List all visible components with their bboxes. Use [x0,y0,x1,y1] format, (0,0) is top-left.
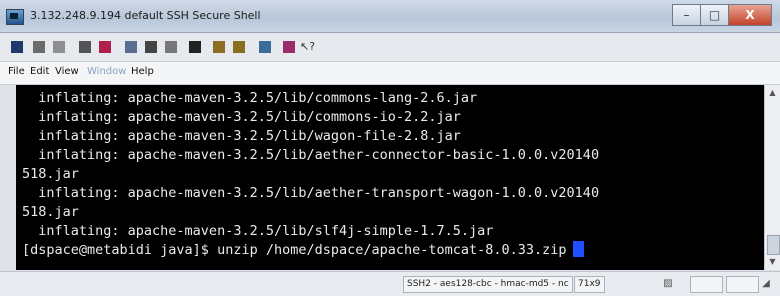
vertical-scrollbar[interactable]: ▲ ▼ [764,85,780,270]
ssh-client-window: 3.132.248.9.194 default SSH Secure Shell… [0,0,780,296]
terminal-line: inflating: apache-maven-3.2.5/lib/wagon-… [22,128,461,144]
window-title: 3.132.248.9.194 default SSH Secure Shell [30,9,261,22]
terminal-line: 518.jar [22,166,79,182]
terminal-line: inflating: apache-maven-3.2.5/lib/aether… [22,185,600,201]
toolbar: ↖? [0,33,780,62]
terminal-line: 518.jar [22,204,79,220]
print-preview-icon[interactable] [52,40,66,54]
connection-info: SSH2 - aes128-cbc - hmac-md5 - nc [403,276,573,293]
settings-icon[interactable] [258,40,272,54]
terminal-line: inflating: apache-maven-3.2.5/lib/aether… [22,147,600,163]
terminal-prompt-line: [dspace@metabidi java]$ unzip /home/dspa… [22,241,584,259]
menu-file[interactable]: File [8,66,25,77]
context-help-icon[interactable]: ↖? [300,40,315,54]
file-transfer-icon[interactable] [212,40,226,54]
terminal-line: inflating: apache-maven-3.2.5/lib/common… [22,109,461,125]
help-icon[interactable] [282,40,296,54]
terminal-left-border [0,85,16,270]
minimize-button[interactable]: – [672,4,700,26]
title-bar[interactable]: 3.132.248.9.194 default SSH Secure Shell… [0,0,780,33]
terminal-line: inflating: apache-maven-3.2.5/lib/slf4j-… [22,223,494,239]
menu-bar: File Edit View Window Help [0,62,780,85]
menu-help[interactable]: Help [131,66,154,77]
quick-connect-icon[interactable] [78,40,92,54]
menu-edit[interactable]: Edit [30,66,49,77]
terminal-output[interactable]: inflating: apache-maven-3.2.5/lib/common… [16,85,764,270]
maximize-button[interactable]: □ [700,4,728,26]
terminal-command: [dspace@metabidi java]$ unzip /home/dspa… [22,242,567,258]
profiles-icon[interactable] [98,40,112,54]
scroll-down-icon[interactable]: ▼ [766,256,779,268]
copy-icon[interactable] [144,40,158,54]
scroll-up-icon[interactable]: ▲ [766,87,779,99]
save-icon[interactable] [10,40,24,54]
scrollbar-thumb[interactable] [767,235,780,255]
close-button[interactable]: X [728,4,772,26]
cut-icon[interactable] [124,40,138,54]
text-cursor [572,241,584,257]
status-cell-blank [726,276,759,293]
resize-grip-icon[interactable]: ◢ [758,276,774,291]
window-controls: – □ X [672,4,772,26]
new-window-icon[interactable] [232,40,246,54]
lock-icon: ▨ [663,278,673,289]
menu-view[interactable]: View [55,66,79,77]
find-icon[interactable] [188,40,202,54]
status-bar: SSH2 - aes128-cbc - hmac-md5 - nc 71x9 ▨… [0,271,780,296]
terminal-size: 71x9 [574,276,605,293]
menu-window[interactable]: Window [87,66,126,77]
print-icon[interactable] [32,40,46,54]
status-cell-blank [690,276,723,293]
paste-icon[interactable] [164,40,178,54]
terminal-line: inflating: apache-maven-3.2.5/lib/common… [22,90,478,106]
ssh-app-icon [6,9,24,25]
